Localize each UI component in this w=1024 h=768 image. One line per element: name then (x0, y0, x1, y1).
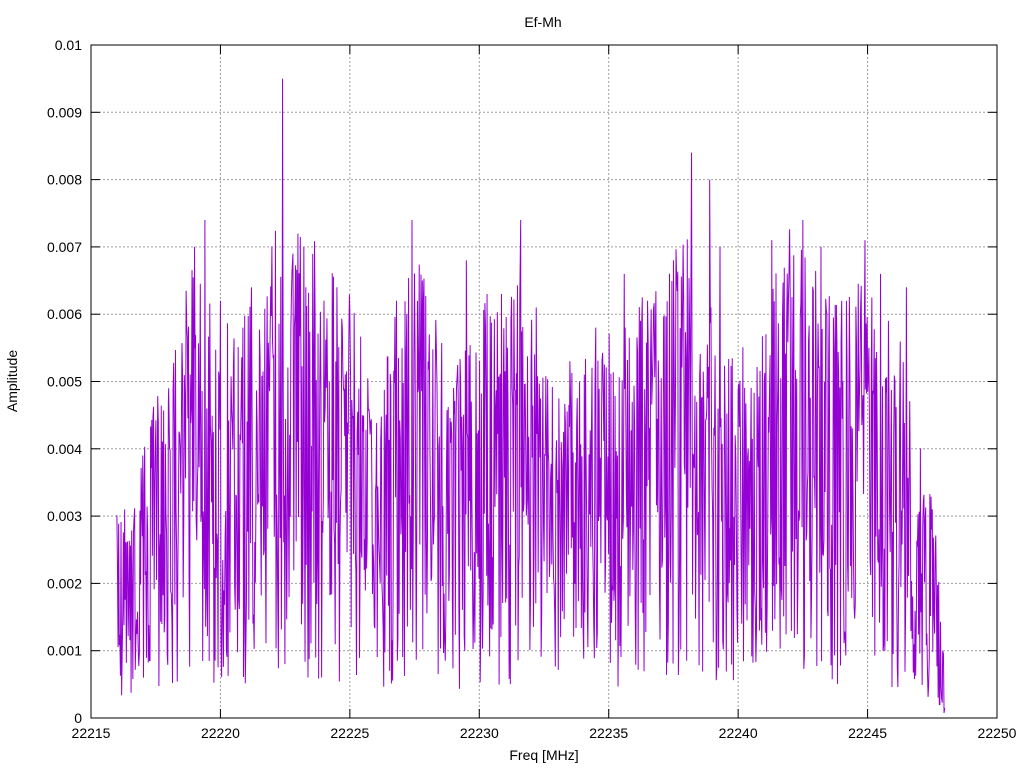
chart: 22215 22220 22225 22230 22235 22240 22245 22250… (0, 0, 1024, 768)
y-tick-label: 0.003 (47, 508, 82, 524)
x-tick-label: 22250 (978, 725, 1017, 741)
x-tick-label: 22215 (72, 725, 111, 741)
y-tick-label: 0.01 (55, 37, 82, 53)
x-tick-label: 22240 (719, 725, 758, 741)
y-tick-label: 0.007 (47, 239, 82, 255)
x-tick-label: 22225 (330, 725, 369, 741)
y-tick-label: 0.005 (47, 374, 82, 390)
y-tick-label: 0.008 (47, 172, 82, 188)
x-tick-label: 22245 (848, 725, 887, 741)
chart-title: Ef-Mh (524, 14, 561, 30)
x-tick-label: 22230 (460, 725, 499, 741)
x-tick-label: 22235 (589, 725, 628, 741)
y-tick-label: 0.009 (47, 104, 82, 120)
y-axis-label: Amplitude (4, 350, 20, 412)
y-tick-label: 0.001 (47, 643, 82, 659)
y-tick-label: 0.002 (47, 575, 82, 591)
x-axis-label: Freq [MHz] (509, 747, 578, 763)
y-tick-label: 0 (74, 710, 82, 726)
x-tick-label: 22220 (201, 725, 240, 741)
y-tick-label: 0.006 (47, 306, 82, 322)
y-tick-label: 0.004 (47, 441, 82, 457)
